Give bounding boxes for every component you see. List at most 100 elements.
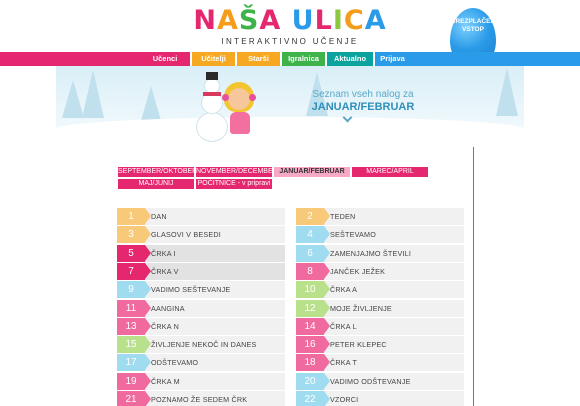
lesson-row[interactable]: 6 ZAMENJAJMO ŠTEVILI — [296, 244, 464, 262]
lesson-number: 4 — [296, 226, 330, 244]
lesson-title: ČRKA I — [151, 248, 176, 258]
tab-pocitnice[interactable]: POČITNICE - v pripravi — [196, 179, 272, 189]
nav-stripe-right — [410, 52, 580, 66]
lesson-number: 3 — [117, 226, 151, 244]
lesson-number: 20 — [296, 372, 330, 390]
logo-letter: A — [217, 5, 239, 36]
lesson-row[interactable]: 22 VZORCI — [296, 391, 464, 406]
lesson-row[interactable]: 12 MOJE ŽIVLJENJE — [296, 299, 464, 317]
lesson-title: SEŠTEVAMO — [330, 230, 376, 240]
lesson-row[interactable]: 13 ČRKA N — [117, 317, 285, 335]
logo-letter: L — [314, 5, 333, 36]
nav-item-aktualno[interactable]: Aktualno — [327, 52, 373, 66]
lesson-number: 16 — [296, 336, 330, 354]
lesson-title: DAN — [151, 212, 167, 221]
tree — [62, 80, 84, 118]
lesson-title: VADIMO SEŠTEVANJE — [151, 285, 231, 295]
tab-maj-junij[interactable]: MAJ/JUNIJ — [118, 179, 194, 189]
snowman-hat — [206, 72, 218, 80]
lesson-number: 7 — [117, 262, 151, 280]
lesson-title: MOJE ŽIVLJENJE — [330, 303, 392, 313]
lesson-title: VZORCI — [330, 395, 359, 404]
lesson-number: 13 — [117, 317, 151, 335]
lesson-title: JANČEK JEŽEK — [330, 266, 386, 276]
lesson-title: GLASOVI V BESEDI — [151, 230, 221, 240]
balloon-label[interactable]: BREZPLAČEN VSTOP — [450, 18, 496, 34]
tab-september-oktober[interactable]: SEPTEMBER/OKTOBER — [118, 167, 197, 177]
logo-letter: Š — [238, 5, 260, 36]
lesson-row[interactable]: 18 ČRKA T — [296, 354, 464, 372]
lesson-number: 21 — [117, 391, 151, 406]
lesson-row[interactable]: 8 JANČEK JEŽEK — [296, 262, 464, 280]
tab-november-december[interactable]: NOVEMBER/DECEMBER — [196, 167, 278, 177]
lesson-row[interactable]: 17 ODŠTEVAMO — [117, 354, 285, 372]
lesson-row[interactable]: 1 DAN — [117, 208, 285, 225]
lesson-row[interactable]: 4 SEŠTEVAMO — [296, 226, 464, 244]
lesson-title: ŽIVLJENJE NEKOČ IN DANES — [151, 340, 257, 350]
lesson-number: 19 — [117, 372, 151, 390]
lesson-title: ČRKA N — [151, 321, 179, 331]
tab-marec-april[interactable]: MAREC/APRIL — [352, 167, 428, 177]
tab-januar-februar[interactable]: JANUAR/FEBRUAR — [274, 167, 350, 177]
logo-letter: I — [332, 5, 344, 36]
girl-body — [230, 112, 250, 134]
lesson-row[interactable]: 9 VADIMO SEŠTEVANJE — [117, 281, 285, 299]
earmuff — [222, 94, 229, 101]
lesson-number: 6 — [296, 244, 330, 262]
lesson-title: ČRKA L — [330, 321, 357, 331]
lesson-number: 12 — [296, 299, 330, 317]
tree — [82, 70, 104, 118]
logo-letter: A — [259, 5, 282, 36]
lesson-number: 10 — [296, 281, 330, 299]
nav-item-prijava[interactable]: Prijava — [375, 52, 410, 66]
lesson-row[interactable]: 5 ČRKA I — [117, 244, 285, 262]
lesson-title: ODŠTEVAMO — [151, 358, 199, 368]
logo-letter: C — [343, 5, 365, 36]
lesson-row[interactable]: 3 GLASOVI V BESEDI — [117, 226, 285, 244]
lesson-row[interactable]: 10 ČRKA A — [296, 281, 464, 299]
logo-letter: A — [364, 5, 387, 36]
lesson-number: 15 — [117, 336, 151, 354]
logo-letter — [281, 6, 291, 36]
snowman-scarf — [203, 92, 221, 96]
lesson-number: 18 — [296, 354, 330, 372]
lesson-number: 22 — [296, 391, 330, 406]
lesson-row[interactable]: 20 VADIMO ODŠTEVANJE — [296, 372, 464, 390]
logo-letter: U — [291, 5, 315, 36]
lesson-row[interactable]: 14 ČRKA L — [296, 317, 464, 335]
lesson-row[interactable]: 7 ČRKA V — [117, 262, 285, 280]
nav-item-igralnica[interactable]: Igralnica — [282, 52, 325, 66]
lesson-row[interactable]: 11 AANGINA — [117, 299, 285, 317]
tree — [496, 68, 518, 116]
lesson-title: POZNAMO ŽE SEDEM ČRK — [151, 395, 248, 404]
banner-line1: Seznam vseh nalog za — [312, 89, 414, 100]
lesson-title: AANGINA — [151, 303, 185, 313]
banner-caption: Seznam vseh nalog za JANUAR/FEBRUAR — [298, 89, 428, 113]
snow-ground — [56, 117, 524, 147]
logo-letter: N — [193, 5, 217, 36]
lesson-title: PETER KLEPEC — [330, 340, 387, 350]
nav-item-starsi[interactable]: Starši — [237, 52, 280, 66]
lesson-row[interactable]: 15 ŽIVLJENJE NEKOČ IN DANES — [117, 336, 285, 354]
lesson-row[interactable]: 21 POZNAMO ŽE SEDEM ČRK — [117, 391, 285, 406]
lesson-number: 8 — [296, 262, 330, 280]
lesson-title: ČRKA M — [151, 376, 180, 386]
earmuff — [249, 94, 256, 101]
lesson-number: 1 — [117, 208, 151, 225]
lesson-title: VADIMO ODŠTEVANJE — [330, 376, 411, 386]
nav-item-ucitelji[interactable]: Učitelji — [192, 52, 235, 66]
lesson-row[interactable]: 16 PETER KLEPEC — [296, 336, 464, 354]
winter-banner — [56, 66, 524, 147]
banner-line2: JANUAR/FEBRUAR — [311, 101, 415, 113]
lesson-number: 5 — [117, 244, 151, 262]
lesson-number: 11 — [117, 299, 151, 317]
lesson-title: ČRKA V — [151, 266, 179, 276]
lesson-row[interactable]: 19 ČRKA M — [117, 372, 285, 390]
lesson-row[interactable]: 2 TEDEN — [296, 208, 464, 225]
snowman-body — [196, 112, 228, 142]
lesson-number: 14 — [296, 317, 330, 335]
lesson-number: 9 — [117, 281, 151, 299]
nav-item-ucenci[interactable]: Učenci — [140, 52, 190, 66]
lesson-title: TEDEN — [330, 212, 356, 221]
lesson-title: ZAMENJAJMO ŠTEVILI — [330, 248, 412, 258]
